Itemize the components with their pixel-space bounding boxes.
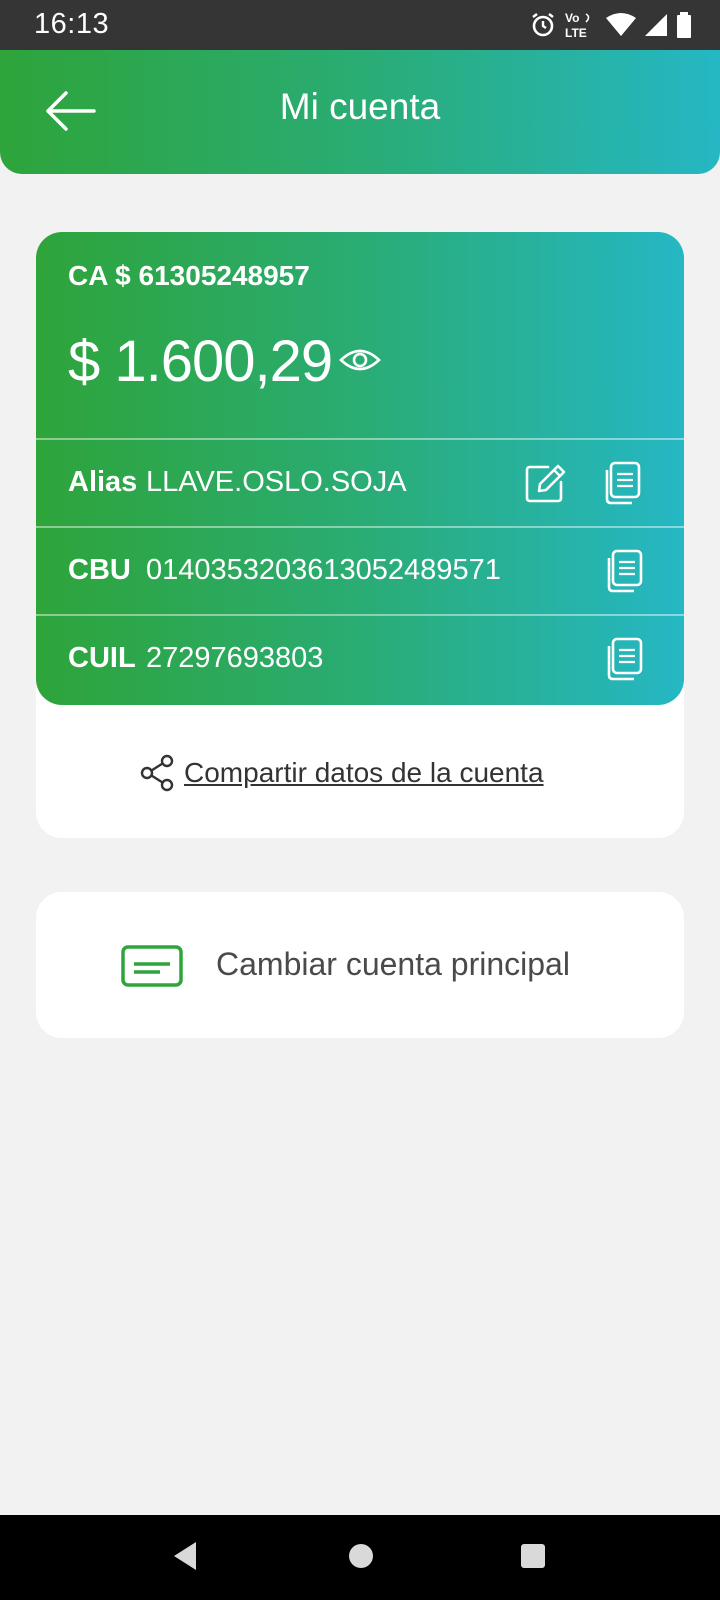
toggle-balance-button[interactable] xyxy=(338,340,382,380)
copy-cuil-button[interactable] xyxy=(604,636,648,682)
status-time: 16:13 xyxy=(34,8,110,40)
system-nav-bar xyxy=(0,1515,720,1600)
volte-icon: Vo LTE xyxy=(565,11,590,40)
alarm-icon xyxy=(532,13,554,37)
status-bar: 16:13 Vo LTE xyxy=(0,0,720,50)
cuil-value: 27297693803 xyxy=(146,642,324,674)
home-circle-icon[interactable] xyxy=(347,1539,375,1573)
copy-cbu-button[interactable] xyxy=(604,548,648,594)
copy-icon xyxy=(607,637,643,681)
copy-icon xyxy=(605,461,641,505)
cbu-row: CBU 0140353203613052489571 xyxy=(36,526,684,614)
edit-icon xyxy=(525,464,566,503)
share-icon xyxy=(140,754,174,792)
change-main-account-label: Cambiar cuenta principal xyxy=(216,946,570,982)
signal-icon xyxy=(645,14,667,36)
recents-square-icon[interactable] xyxy=(519,1539,547,1573)
account-number: CA $ 61305248957 xyxy=(68,260,310,291)
cbu-label: CBU xyxy=(68,554,131,586)
edit-alias-button[interactable] xyxy=(524,460,568,506)
back-triangle-icon[interactable] xyxy=(170,1539,200,1573)
eye-icon xyxy=(339,349,381,371)
change-main-account-button[interactable]: Cambiar cuenta principal xyxy=(36,892,684,1038)
cbu-value: 0140353203613052489571 xyxy=(146,554,501,586)
volte-label: Vo xyxy=(565,11,579,25)
cuil-row: CUIL 27297693803 xyxy=(36,614,684,702)
card-icon xyxy=(121,945,183,987)
copy-icon xyxy=(607,549,643,593)
alias-value: LLAVE.OSLO.SOJA xyxy=(146,466,407,498)
share-account-link[interactable]: Compartir datos de la cuenta xyxy=(140,752,544,794)
share-account-label: Compartir datos de la cuenta xyxy=(184,757,544,788)
wifi-icon xyxy=(606,13,636,36)
status-icons: Vo LTE xyxy=(530,10,692,40)
app-header: Mi cuenta xyxy=(0,50,720,174)
account-card: CA $ 61305248957 $ 1.600,29 Alias LLAVE.… xyxy=(36,232,684,705)
battery-icon xyxy=(677,12,691,38)
alias-label: Alias xyxy=(68,466,138,498)
lte-label: LTE xyxy=(565,26,587,40)
alias-row: Alias LLAVE.OSLO.SOJA xyxy=(36,438,684,526)
cuil-label: CUIL xyxy=(68,642,136,674)
page-title: Mi cuenta xyxy=(279,86,441,127)
copy-alias-button[interactable] xyxy=(602,460,646,506)
account-balance: $ 1.600,29 xyxy=(68,329,333,394)
